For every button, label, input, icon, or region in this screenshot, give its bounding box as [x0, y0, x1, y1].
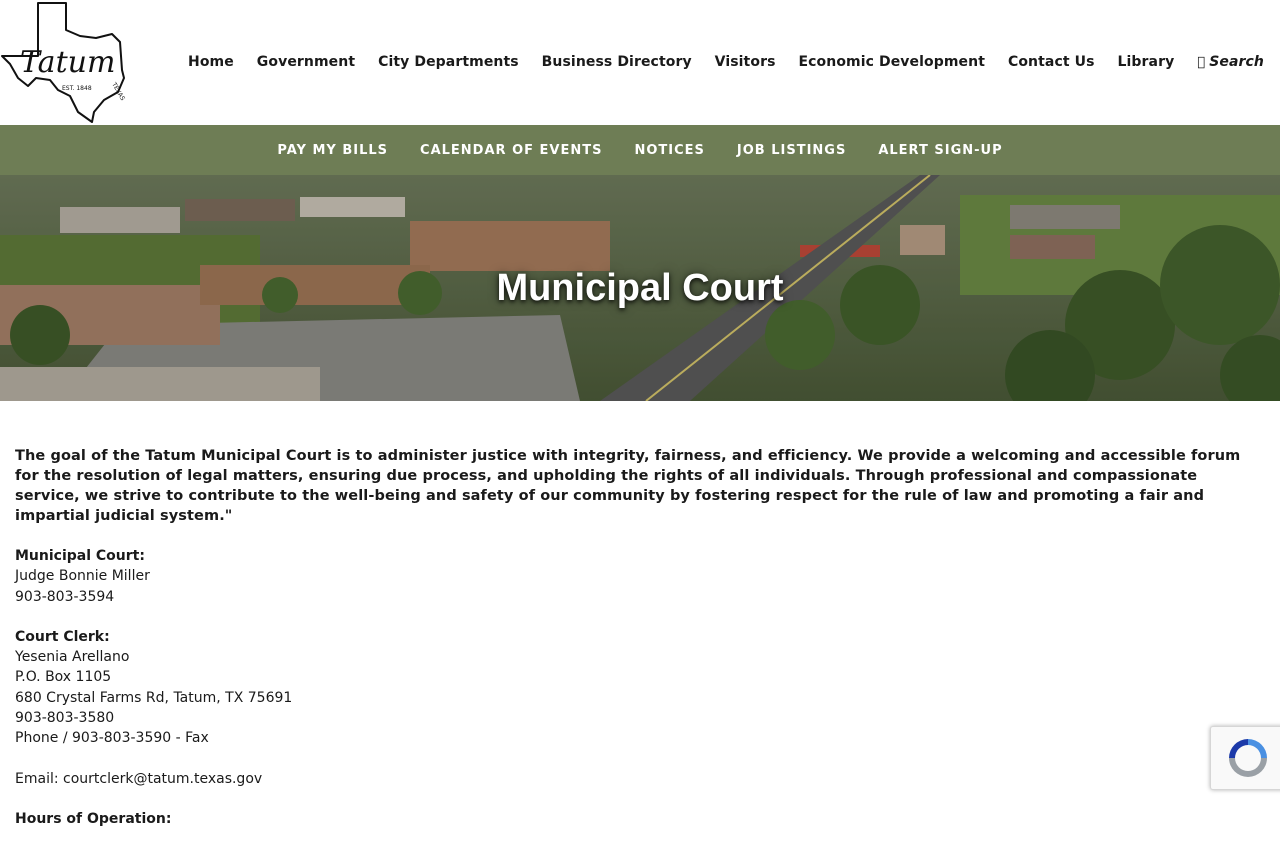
nav-visitors[interactable]: Visitors	[715, 54, 776, 70]
nav-home[interactable]: Home	[188, 54, 234, 70]
email-info: Email: courtclerk@tatum.texas.gov	[15, 769, 1265, 789]
nav-library[interactable]: Library	[1118, 54, 1175, 70]
clerk-name: Yesenia Arellano	[15, 649, 130, 666]
subnav-pay-my-bills[interactable]: PAY MY BILLS	[277, 143, 388, 158]
svg-text:Tatum: Tatum	[20, 45, 115, 80]
subnav-alert-sign-up[interactable]: ALERT SIGN-UP	[878, 143, 1002, 158]
court-clerk-heading: Court Clerk:	[15, 628, 110, 645]
nav-search[interactable]:  Search	[1197, 54, 1264, 70]
quick-links-bar: PAY MY BILLS CALENDAR OF EVENTS NOTICES …	[0, 125, 1280, 175]
hero-banner: Municipal Court	[0, 175, 1280, 401]
municipal-court-info: Municipal Court: Judge Bonnie Miller 903…	[15, 546, 1265, 607]
recaptcha-badge[interactable]	[1210, 726, 1280, 790]
hours-heading: Hours of Operation:	[15, 810, 172, 827]
clerk-phone-fax: Phone / 903-803-3590 - Fax	[15, 730, 209, 747]
site-logo[interactable]: Tatum EST. 1848 TEXAS	[0, 0, 130, 125]
nav-economic-development[interactable]: Economic Development	[798, 54, 985, 70]
subnav-notices[interactable]: NOTICES	[634, 143, 704, 158]
nav-city-departments[interactable]: City Departments	[378, 54, 519, 70]
svg-text:TEXAS: TEXAS	[110, 81, 126, 102]
subnav-calendar-of-events[interactable]: CALENDAR OF EVENTS	[420, 143, 602, 158]
court-phone[interactable]: 903-803-3594	[15, 587, 1265, 607]
clerk-po-box: P.O. Box 1105	[15, 669, 112, 686]
subnav-job-listings[interactable]: JOB LISTINGS	[737, 143, 846, 158]
clerk-address: 680 Crystal Farms Rd, Tatum, TX 75691	[15, 689, 293, 706]
clerk-email[interactable]: Email: courtclerk@tatum.texas.gov	[15, 769, 1265, 789]
court-clerk-info: Court Clerk: Yesenia Arellano P.O. Box 1…	[15, 627, 1265, 749]
recaptcha-icon	[1229, 739, 1267, 777]
municipal-court-heading: Municipal Court:	[15, 548, 145, 564]
nav-business-directory[interactable]: Business Directory	[542, 54, 692, 70]
nav-government[interactable]: Government	[257, 54, 355, 70]
search-label: Search	[1209, 54, 1264, 70]
svg-text:EST. 1848: EST. 1848	[62, 85, 92, 92]
search-icon: 	[1197, 55, 1205, 70]
page-title: Municipal Court	[496, 267, 784, 309]
judge-name: Judge Bonnie Miller	[15, 568, 150, 585]
clerk-phone[interactable]: 903-803-3580	[15, 708, 1265, 728]
site-header: Tatum EST. 1848 TEXAS Home Government Ci…	[0, 0, 1280, 125]
main-navigation: Home Government City Departments Busines…	[188, 52, 1264, 72]
page-content: The goal of the Tatum Municipal Court is…	[15, 446, 1265, 849]
nav-contact-us[interactable]: Contact Us	[1008, 54, 1095, 70]
texas-logo-icon: Tatum EST. 1848 TEXAS	[1, 2, 126, 123]
mission-statement: The goal of the Tatum Municipal Court is…	[15, 448, 1241, 524]
hours-info: Hours of Operation:	[15, 809, 1265, 829]
